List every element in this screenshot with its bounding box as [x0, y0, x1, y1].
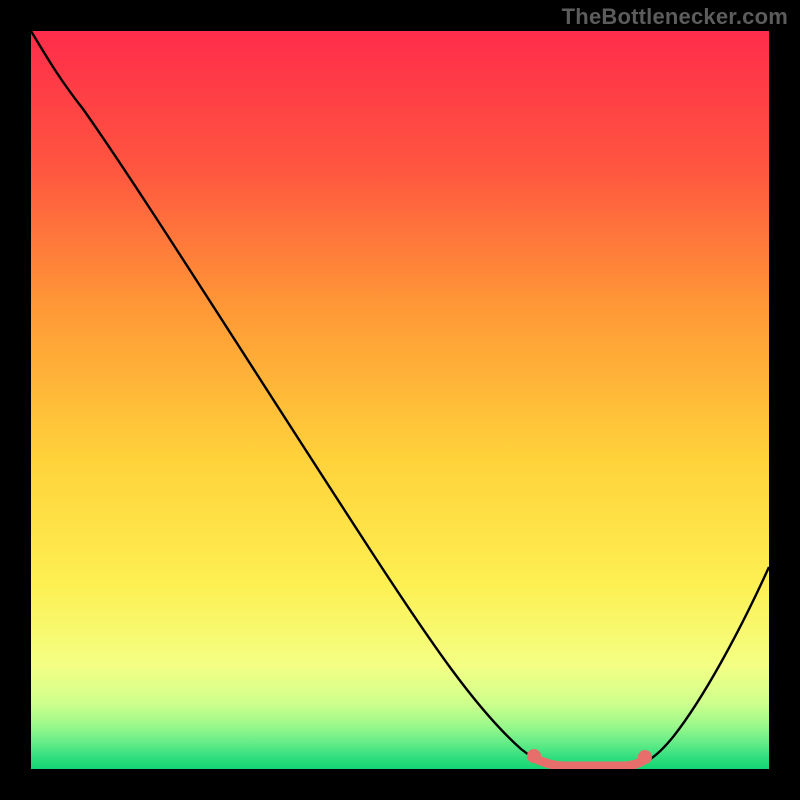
marker-right — [638, 750, 652, 764]
marker-left — [527, 749, 541, 763]
bottleneck-chart — [31, 31, 769, 769]
gradient-background — [31, 31, 769, 769]
chart-frame: TheBottlenecker.com — [0, 0, 800, 800]
watermark-text: TheBottlenecker.com — [562, 4, 788, 30]
